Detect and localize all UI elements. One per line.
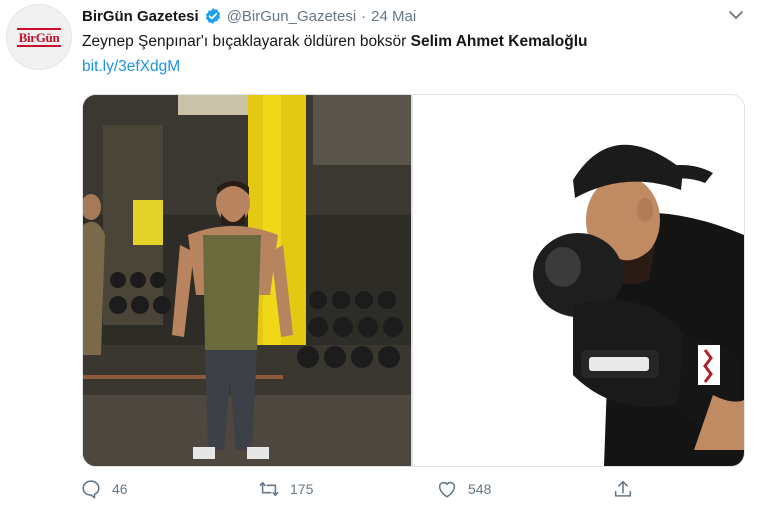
share-icon [614,480,632,497]
tweet-text-bold: Selim Ahmet Kemaloğlu [410,33,588,50]
verified-badge-icon [205,8,220,24]
tweet-text: Zeynep Şenpınar'ı bıçaklayarak öldüren b… [82,33,588,51]
media-photo-gym[interactable] [83,95,411,466]
reply-button[interactable]: 46 [80,478,128,500]
share-button[interactable] [612,478,634,500]
retweet-icon [259,481,279,497]
avatar-logo-text: BirGün [16,27,62,47]
media-grid [82,94,745,467]
like-button[interactable]: 548 [436,478,491,500]
separator-dot: · [361,7,367,25]
reply-icon [82,480,100,499]
like-icon [438,481,456,498]
action-bar: 46 175 548 [80,478,640,506]
tweet-date[interactable]: 24 Mai [371,8,416,25]
display-name[interactable]: BirGün Gazetesi [82,8,199,25]
retweet-count: 175 [290,481,314,497]
tweet-text-prefix: Zeynep Şenpınar'ı bıçaklayarak öldüren b… [82,33,411,50]
retweet-button[interactable]: 175 [258,478,313,500]
media-photo-boxer[interactable] [413,95,744,466]
tweet-link[interactable]: bit.ly/3efXdgM [82,58,180,76]
handle[interactable]: @BirGun_Gazetesi [227,8,356,25]
tweet: BirGün BirGün Gazetesi @BirGun_Gazetesi … [0,0,760,518]
caret-down-icon[interactable] [727,8,745,22]
reply-count: 46 [112,481,128,497]
like-count: 548 [468,481,492,497]
avatar[interactable]: BirGün [6,4,72,70]
tweet-header: BirGün Gazetesi @BirGun_Gazetesi · 24 Ma… [82,5,416,27]
